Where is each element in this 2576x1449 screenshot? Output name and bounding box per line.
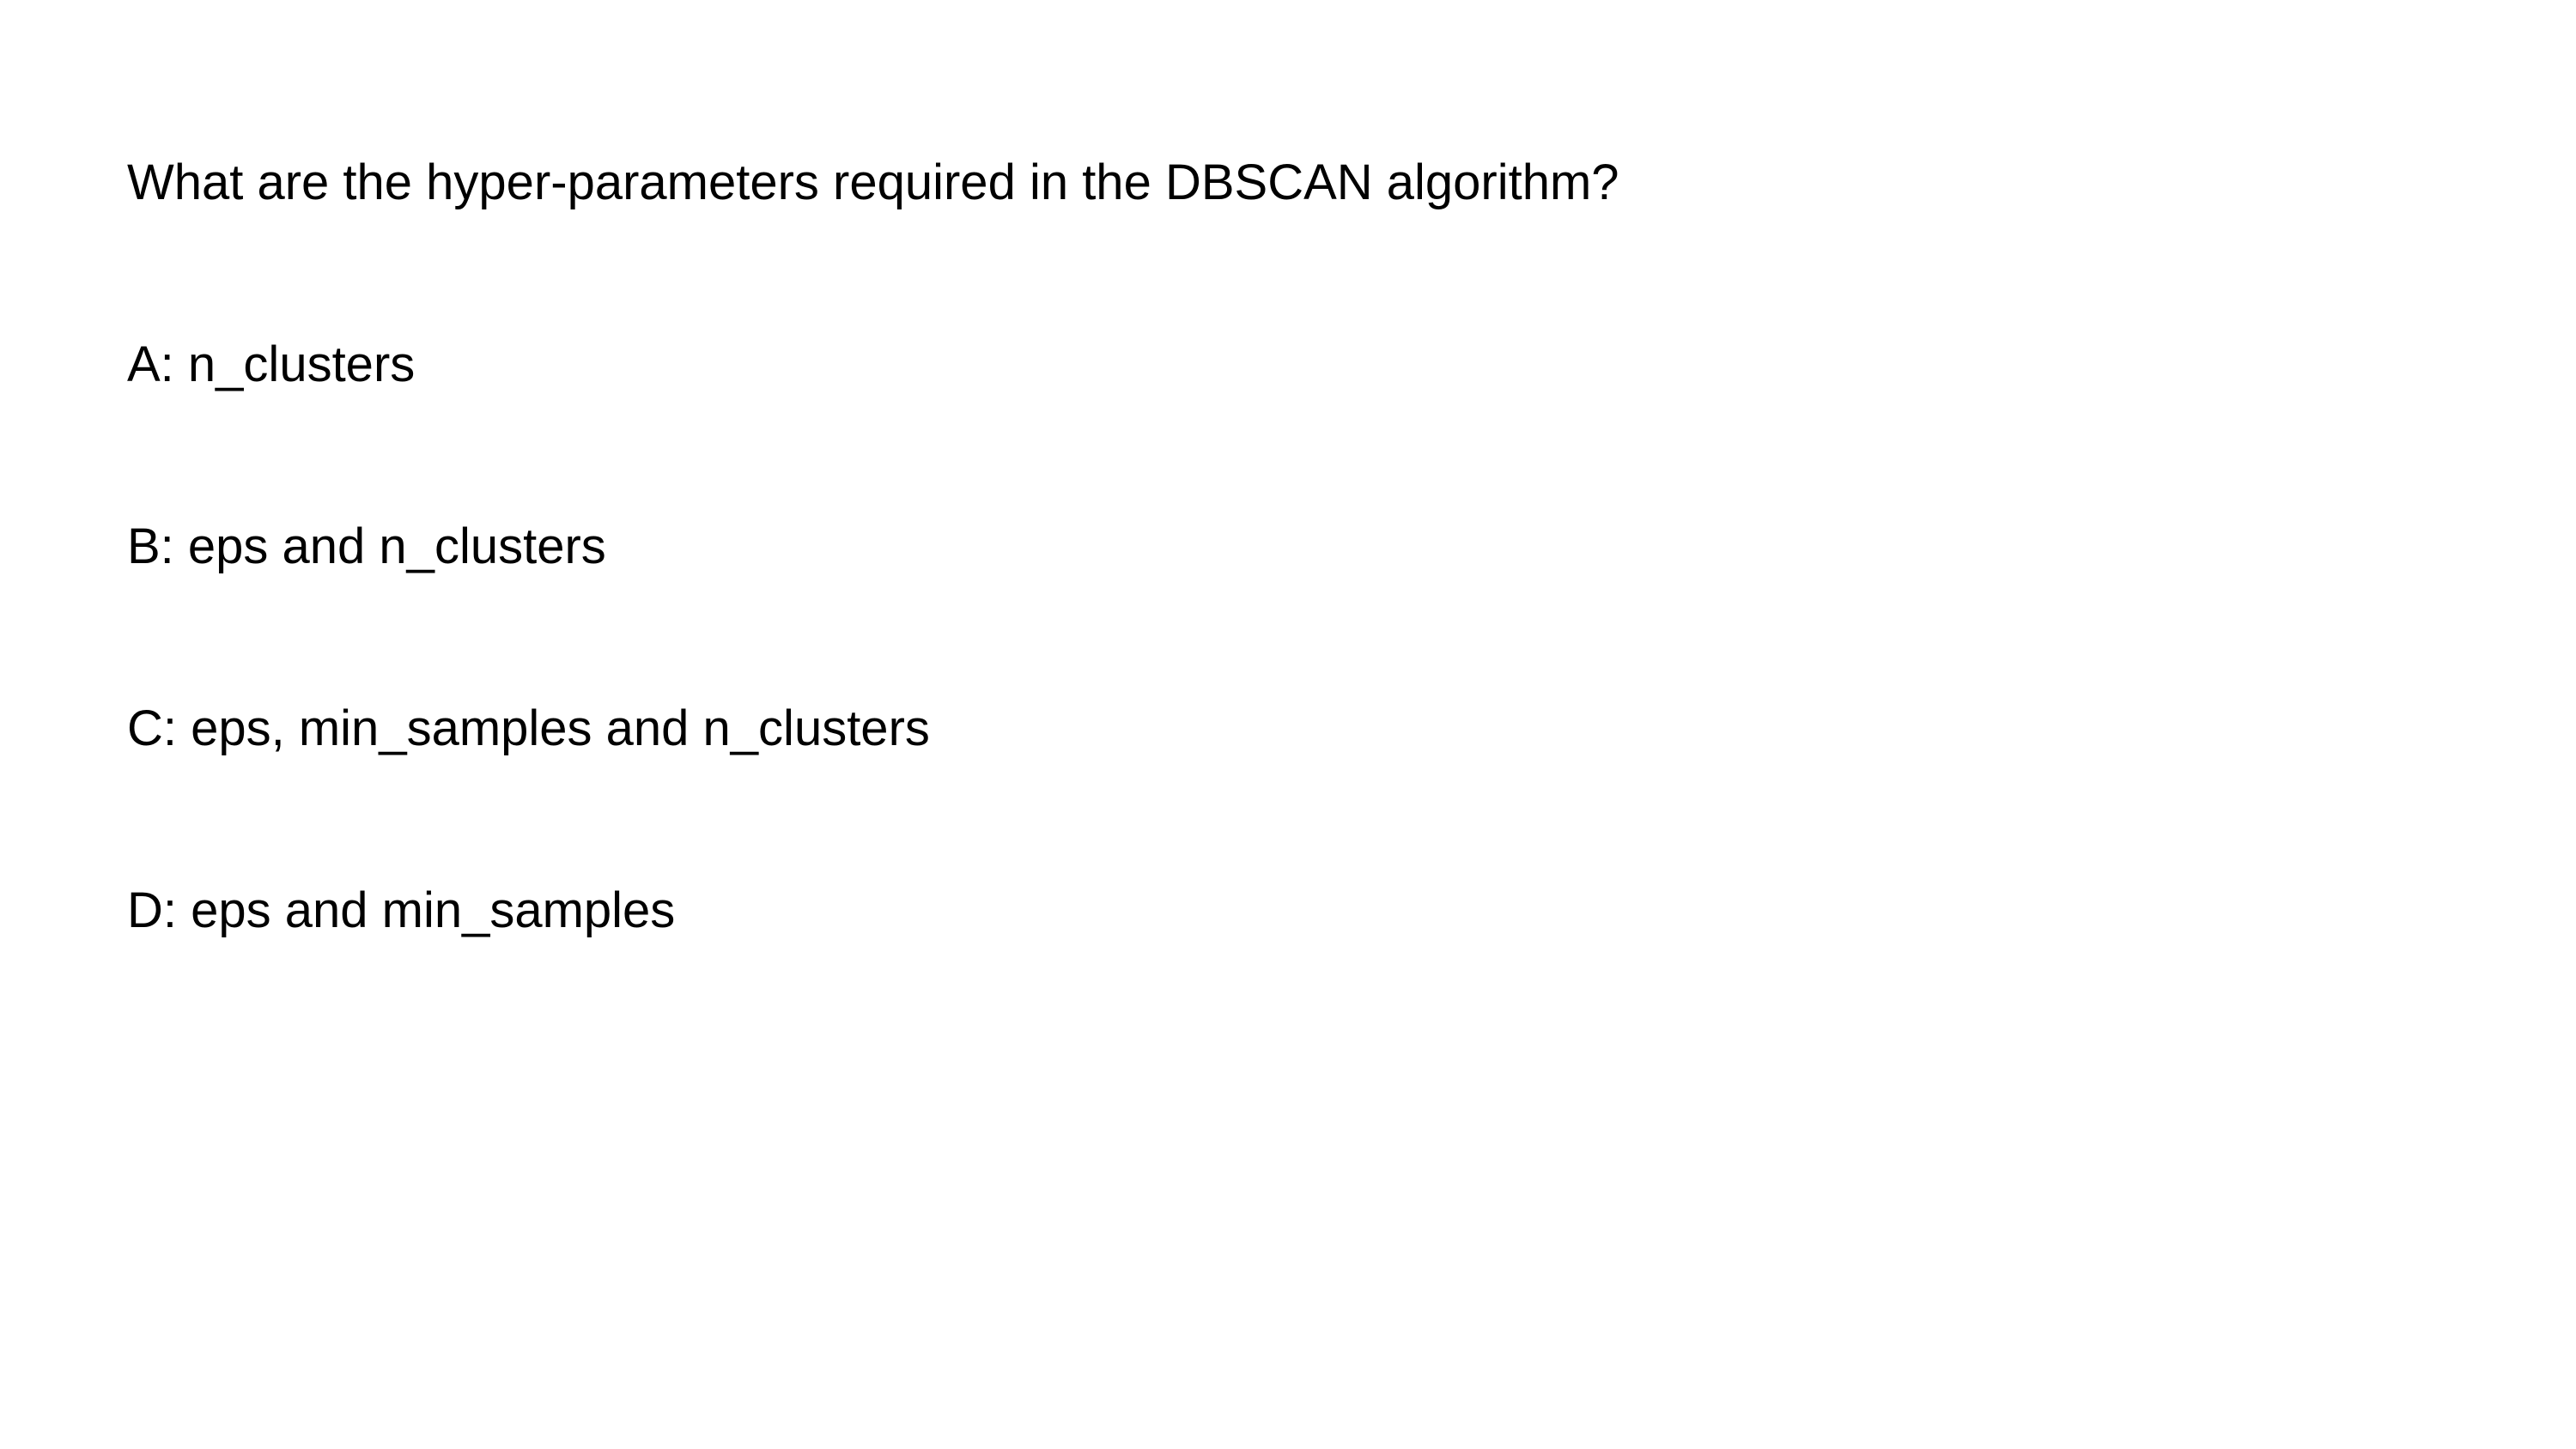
slide: What are the hyper-parameters required i… xyxy=(0,0,2576,1449)
option-d: D: eps and min_samples xyxy=(127,882,676,938)
question-text: What are the hyper-parameters required i… xyxy=(127,155,1619,210)
option-c: C: eps, min_samples and n_clusters xyxy=(127,700,930,756)
option-a: A: n_clusters xyxy=(127,336,416,392)
option-b: B: eps and n_clusters xyxy=(127,518,606,574)
